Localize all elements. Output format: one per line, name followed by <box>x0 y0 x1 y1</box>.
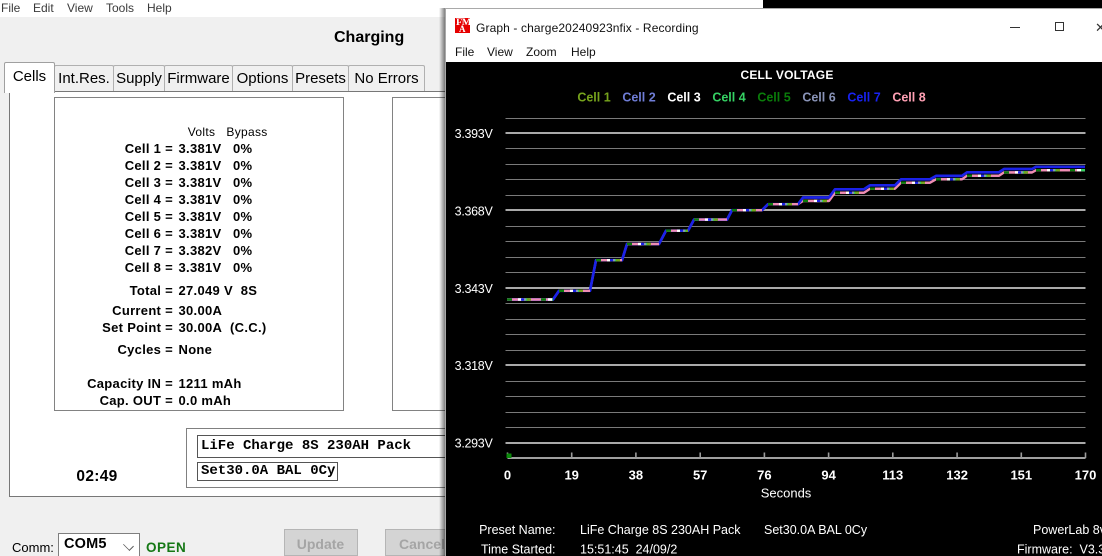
svg-text:Set30.0A BAL 0Cy: Set30.0A BAL 0Cy <box>764 523 868 537</box>
svg-text:Cell 7: Cell 7 <box>847 91 880 105</box>
svg-text:19: 19 <box>564 468 578 483</box>
svg-text:CELL VOLTAGE: CELL VOLTAGE <box>740 68 833 82</box>
svg-text:15:51:45 24/09/2: 15:51:45 24/09/2 <box>580 543 677 556</box>
svg-text:3.318V: 3.318V <box>455 359 494 373</box>
svg-text:94: 94 <box>821 468 836 483</box>
svg-text:0: 0 <box>504 468 511 483</box>
svg-text:Cell 8: Cell 8 <box>892 91 925 105</box>
svg-text:151: 151 <box>1010 468 1032 483</box>
svg-text:3.293V: 3.293V <box>455 437 494 451</box>
svg-text:Cell 6: Cell 6 <box>802 91 835 105</box>
svg-text:Firmware: V3.38: Firmware: V3.38 <box>1017 543 1102 556</box>
svg-text:76: 76 <box>757 468 771 483</box>
svg-text:57: 57 <box>693 468 707 483</box>
svg-text:132: 132 <box>946 468 968 483</box>
svg-text:3.368V: 3.368V <box>455 204 494 218</box>
svg-text:Seconds: Seconds <box>761 486 812 501</box>
svg-text:Preset Name:: Preset Name: <box>479 523 555 537</box>
svg-text:3.343V: 3.343V <box>455 282 494 296</box>
svg-text:PowerLab 8v2: PowerLab 8v2 <box>1033 523 1102 537</box>
svg-text:Cell 1: Cell 1 <box>577 91 610 105</box>
svg-text:Cell 2: Cell 2 <box>622 91 655 105</box>
svg-text:Cell 5: Cell 5 <box>757 91 790 105</box>
svg-text:38: 38 <box>629 468 643 483</box>
svg-text:113: 113 <box>882 468 903 483</box>
svg-text:170: 170 <box>1075 468 1097 483</box>
svg-text:Cell 4: Cell 4 <box>712 91 745 105</box>
svg-text:3.393V: 3.393V <box>455 127 494 141</box>
svg-text:Time Started:: Time Started: <box>481 543 556 556</box>
svg-text:Cell 3: Cell 3 <box>667 91 700 105</box>
svg-text:LiFe Charge 8S 230AH Pack: LiFe Charge 8S 230AH Pack <box>580 523 741 537</box>
